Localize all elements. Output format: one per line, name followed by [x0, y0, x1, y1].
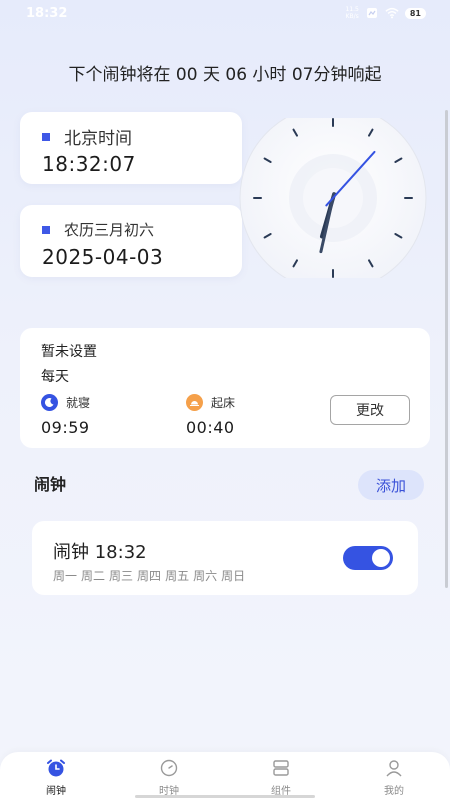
beijing-time-label-row: 北京时间: [42, 124, 132, 149]
network-speed: 11.5 KB/s: [346, 6, 359, 20]
tab-profile[interactable]: 我的: [364, 757, 424, 797]
wake-time-value: 00:40: [186, 418, 235, 437]
beijing-time-label: 北京时间: [64, 129, 132, 149]
tab-clock[interactable]: 时钟: [139, 757, 199, 797]
lunar-date-card: 农历三月初六 2025-04-03: [20, 205, 242, 277]
next-alarm-countdown: 下个闹钟将在 00 天 06 小时 07分钟响起: [68, 65, 382, 85]
tab-alarm[interactable]: 闹钟: [26, 757, 86, 797]
alarm-day: 周五: [165, 569, 190, 583]
person-icon: [386, 760, 402, 777]
bedtime-value: 09:59: [41, 418, 90, 437]
gregorian-date-value: 2025-04-03: [42, 245, 164, 269]
lunar-date-label: 农历三月初六: [64, 221, 155, 239]
alarm-name: 闹钟 18:32: [53, 542, 147, 563]
lunar-date-label-row: 农历三月初六: [42, 219, 154, 240]
sunrise-icon: [186, 394, 203, 411]
alarm-enable-toggle[interactable]: [343, 546, 393, 570]
sleep-repeat-text: 每天: [41, 369, 69, 385]
square-marker-icon: [42, 132, 50, 141]
toggle-knob: [372, 549, 390, 567]
status-icons: 11.5 KB/s 81: [346, 6, 426, 20]
tab-widgets[interactable]: 组件: [251, 757, 311, 797]
sleep-status-title: 暂未设置: [41, 344, 97, 360]
widgets-icon: [273, 760, 289, 776]
alarm-clock-icon: [47, 759, 65, 777]
tab-label: 我的: [384, 786, 404, 797]
add-alarm-button[interactable]: 添加: [358, 470, 424, 500]
moon-icon: [41, 394, 58, 411]
bedtime-block: 就寝 09:59: [41, 394, 90, 437]
status-time: 18:32: [26, 6, 68, 21]
status-bar: 18:32 11.5 KB/s 81: [0, 0, 450, 28]
alarm-day: 周三: [109, 569, 134, 583]
alarm-day: 周六: [193, 569, 218, 583]
home-indicator: [135, 795, 315, 798]
alarm-section-title: 闹钟: [34, 475, 67, 494]
alarm-day: 周一: [53, 569, 78, 583]
square-marker-icon: [42, 225, 50, 234]
bottom-tab-bar: 闹钟 时钟 组件 我的: [0, 752, 450, 800]
clock-icon: [160, 759, 178, 777]
alarm-repeat-days: 周一 周二 周三 周四 周五 周六 周日: [53, 567, 245, 584]
battery-indicator: 81: [404, 7, 426, 19]
beijing-time-card: 北京时间 18:32:07: [20, 112, 242, 184]
notification-icon: [366, 8, 377, 18]
change-sleep-button[interactable]: 更改: [330, 395, 410, 425]
tab-label: 闹钟: [46, 786, 66, 797]
wake-time-block: 起床 00:40: [186, 394, 235, 437]
alarm-day: 周日: [221, 569, 246, 583]
alarm-day: 周二: [81, 569, 106, 583]
bedtime-label: 就寝: [66, 396, 91, 410]
wake-time-label: 起床: [211, 396, 236, 410]
alarm-list-item[interactable]: 闹钟 18:32 周一 周二 周三 周四 周五 周六 周日: [32, 521, 418, 595]
beijing-time-value: 18:32:07: [42, 152, 136, 176]
network-speed-value: 11.5: [345, 6, 359, 13]
analog-clock: [239, 118, 427, 278]
network-speed-unit: KB/s: [345, 13, 359, 20]
scrollbar[interactable]: [445, 110, 448, 588]
sleep-schedule-card: 暂未设置 每天 就寝 09:59 起床 00:40 更改: [20, 328, 430, 448]
wifi-icon: [385, 7, 399, 19]
alarm-day: 周四: [137, 569, 162, 583]
